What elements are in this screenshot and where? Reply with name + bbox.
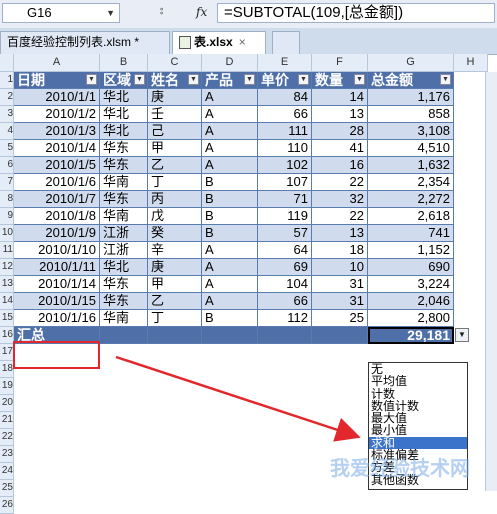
- annotation-arrow: [115, 355, 361, 442]
- watermark: 我爱经验技术网: [330, 456, 470, 480]
- arrow-line: [115, 355, 361, 442]
- row-header[interactable]: 26: [0, 497, 14, 514]
